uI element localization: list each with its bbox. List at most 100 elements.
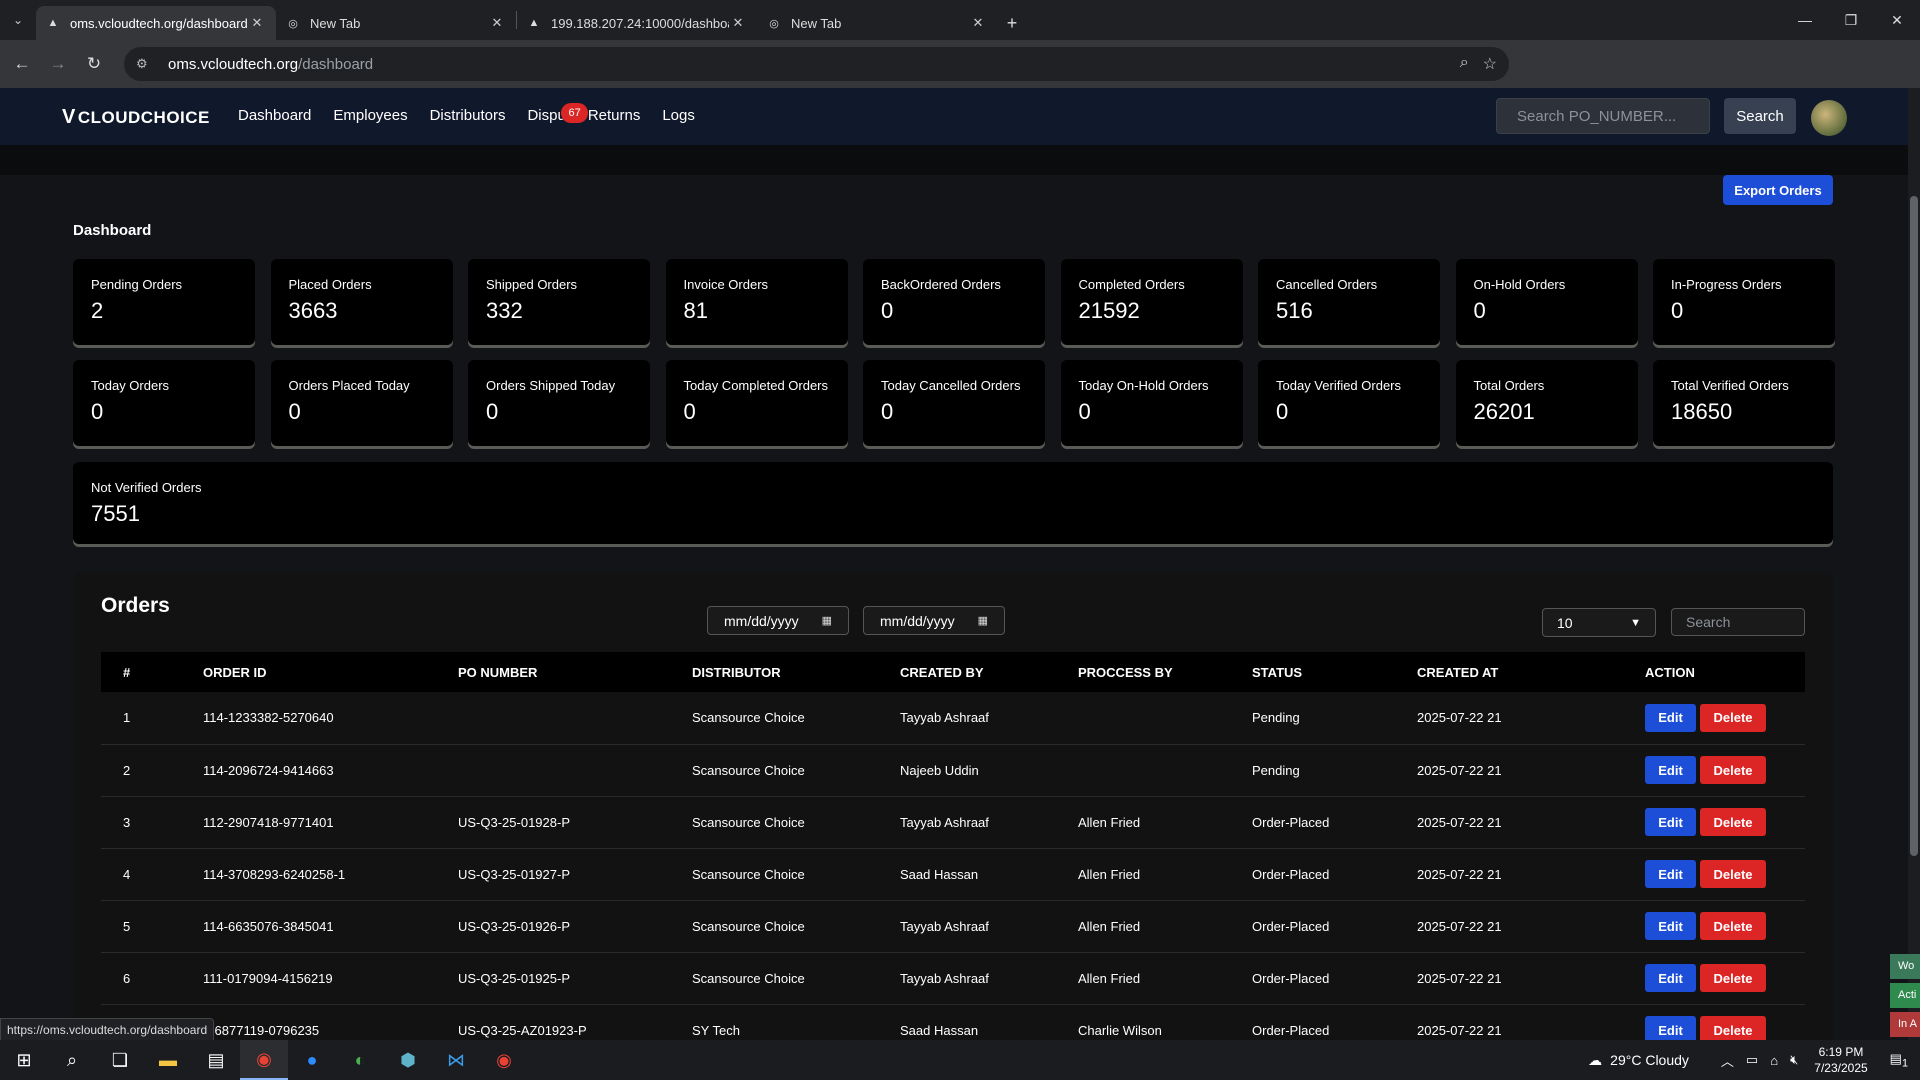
site-settings-icon[interactable]: ⚙ bbox=[136, 56, 156, 72]
col-header-process-by[interactable]: PROCCESS BY bbox=[1078, 652, 1252, 692]
tray-chevron-up-icon[interactable]: ︿ bbox=[1721, 1051, 1734, 1070]
edit-button[interactable]: Edit bbox=[1645, 756, 1696, 784]
chrome-icon[interactable]: ◉ bbox=[240, 1040, 288, 1080]
delete-button[interactable]: Delete bbox=[1700, 912, 1766, 940]
address-bar[interactable]: ⚙ oms.vcloudtech.org/dashboard ⌕ ☆ bbox=[124, 47, 1509, 81]
browser-tab[interactable]: ◎ New Tab ✕ bbox=[276, 6, 516, 40]
new-tab-icon[interactable]: + bbox=[997, 6, 1027, 40]
edit-button[interactable]: Edit bbox=[1645, 703, 1696, 732]
restore-icon[interactable]: ❐ bbox=[1828, 0, 1874, 40]
page-scrollbar[interactable] bbox=[1908, 88, 1920, 1040]
edit-button[interactable]: Edit bbox=[1645, 912, 1696, 940]
store-icon[interactable]: ▤ bbox=[192, 1040, 240, 1080]
bookmark-star-icon[interactable]: ☆ bbox=[1483, 54, 1497, 74]
app-hex-icon[interactable]: ⬢ bbox=[384, 1040, 432, 1080]
reload-icon[interactable]: ↻ bbox=[76, 46, 112, 82]
browser-tab[interactable]: ▲ oms.vcloudtech.org/dashboard ✕ bbox=[36, 6, 276, 40]
col-header-created-at[interactable]: CREATED AT bbox=[1417, 652, 1645, 692]
col-header-created-by[interactable]: CREATED BY bbox=[900, 652, 1078, 692]
calendar-icon[interactable]: ▦ bbox=[978, 614, 988, 627]
col-header-order-id[interactable]: ORDER ID bbox=[203, 652, 458, 692]
nav-returns[interactable]: Returns bbox=[588, 107, 641, 124]
edit-button[interactable]: Edit bbox=[1645, 808, 1696, 836]
cell-status: Order-Placed bbox=[1252, 970, 1330, 986]
stat-card: Today Completed Orders 0 bbox=[665, 360, 848, 446]
brand-logo[interactable]: V CLOUDCHOICE bbox=[62, 106, 210, 129]
start-windows-icon[interactable]: ⊞ bbox=[0, 1040, 48, 1080]
task-view-icon[interactable]: ❏ bbox=[96, 1040, 144, 1080]
search-button[interactable]: Search bbox=[1724, 98, 1796, 134]
close-window-icon[interactable]: ✕ bbox=[1874, 0, 1920, 40]
zoom-icon[interactable]: ⌕ bbox=[1460, 54, 1469, 74]
cell-actions: Edit Delete bbox=[1645, 1004, 1805, 1040]
clock[interactable]: 6:19 PM 7/23/2025 bbox=[1814, 1044, 1867, 1076]
orders-title: Orders bbox=[101, 594, 170, 617]
end-date-input[interactable]: mm/dd/yyyy ▦ bbox=[863, 606, 1005, 635]
browser-tab[interactable]: ▲ 199.188.207.24:10000/dashboard ✕ bbox=[517, 6, 757, 40]
back-arrow-icon[interactable]: ← bbox=[4, 46, 40, 82]
edit-button[interactable]: Edit bbox=[1645, 964, 1696, 992]
calendar-icon[interactable]: ▦ bbox=[822, 614, 832, 627]
col-header-index[interactable]: # bbox=[101, 652, 203, 692]
stat-card-value: 0 bbox=[486, 399, 499, 424]
cell-row-index: 1 bbox=[123, 710, 131, 726]
side-toast[interactable]: Wo bbox=[1890, 954, 1920, 979]
weather-widget[interactable]: ☁ 29°C Cloudy bbox=[1588, 1052, 1689, 1069]
nav-disputes[interactable]: Dispu 67 bbox=[527, 103, 588, 124]
user-avatar[interactable] bbox=[1811, 100, 1847, 136]
col-header-distributor[interactable]: DISTRIBUTOR bbox=[692, 652, 900, 692]
top-navbar: V CLOUDCHOICE Dashboard Employees Distri… bbox=[0, 88, 1908, 145]
scrollbar-thumb[interactable] bbox=[1910, 196, 1918, 856]
table-search-input[interactable] bbox=[1671, 608, 1805, 636]
stat-card-not-verified: Not Verified Orders 7551 bbox=[73, 462, 1833, 544]
delete-button[interactable]: Delete bbox=[1700, 808, 1766, 836]
vscode-icon[interactable]: ⋈ bbox=[432, 1040, 480, 1080]
nav-distributors[interactable]: Distributors bbox=[430, 107, 506, 124]
tab-search-icon[interactable]: ⌄ bbox=[0, 0, 36, 40]
notifications-icon[interactable]: ▤1 bbox=[1890, 1051, 1908, 1070]
nav-dashboard[interactable]: Dashboard bbox=[238, 107, 311, 124]
volume-muted-icon[interactable]: 🔇︎ bbox=[1790, 1052, 1798, 1068]
page-size-select[interactable]: 10 ▼ bbox=[1542, 608, 1656, 637]
stat-card-value: 332 bbox=[486, 298, 523, 323]
file-explorer-icon[interactable]: ▬ bbox=[144, 1040, 192, 1080]
chevron-down-icon: ▼ bbox=[1630, 616, 1641, 629]
edit-button[interactable]: Edit bbox=[1645, 1016, 1696, 1040]
close-tab-icon[interactable]: ✕ bbox=[969, 15, 987, 31]
network-icon[interactable]: ⌂ bbox=[1770, 1053, 1778, 1068]
side-toast[interactable]: In A bbox=[1890, 1012, 1920, 1037]
date-placeholder: mm/dd/yyyy bbox=[724, 612, 799, 629]
search-icon[interactable]: ⌕ bbox=[48, 1040, 96, 1080]
zoom-app-icon[interactable]: ● bbox=[288, 1040, 336, 1080]
table-row: 5 114-6635076-3845041 US-Q3-25-01926-P Scan… bbox=[101, 900, 1805, 952]
minimize-icon[interactable]: — bbox=[1782, 0, 1828, 40]
delete-button[interactable]: Delete bbox=[1700, 756, 1766, 784]
orders-panel: Orders mm/dd/yyyy ▦ mm/dd/yyyy ▦ 10 ▼ # … bbox=[73, 572, 1833, 1040]
delete-button[interactable]: Delete bbox=[1700, 964, 1766, 992]
site-favicon-icon: ▲ bbox=[528, 17, 540, 29]
browser-tab[interactable]: ◎ New Tab ✕ bbox=[757, 6, 997, 40]
nav-employees[interactable]: Employees bbox=[333, 107, 407, 124]
side-toast[interactable]: Acti bbox=[1890, 983, 1920, 1008]
forward-arrow-icon[interactable]: → bbox=[40, 46, 76, 82]
cell-po-number bbox=[458, 692, 692, 744]
close-tab-icon[interactable]: ✕ bbox=[729, 15, 747, 31]
delete-button[interactable]: Delete bbox=[1700, 703, 1766, 732]
nav-logs[interactable]: Logs bbox=[662, 107, 695, 124]
close-tab-icon[interactable]: ✕ bbox=[488, 15, 506, 31]
po-number-search-input[interactable] bbox=[1496, 98, 1710, 134]
battery-icon[interactable]: ▭ bbox=[1746, 1052, 1758, 1068]
app-leaf-icon[interactable]: ◐ bbox=[336, 1040, 384, 1080]
start-date-input[interactable]: mm/dd/yyyy ▦ bbox=[707, 606, 849, 635]
delete-button[interactable]: Delete bbox=[1700, 860, 1766, 888]
export-orders-button[interactable]: Export Orders bbox=[1723, 175, 1833, 205]
stat-card-value: 516 bbox=[1276, 298, 1313, 323]
edit-button[interactable]: Edit bbox=[1645, 860, 1696, 888]
close-tab-icon[interactable]: ✕ bbox=[248, 15, 266, 31]
col-header-po-number[interactable]: PO NUMBER bbox=[458, 652, 692, 692]
col-header-status[interactable]: STATUS bbox=[1252, 652, 1417, 692]
chrome-profile-icon[interactable]: ◉ bbox=[480, 1040, 528, 1080]
tab-title: New Tab bbox=[310, 15, 361, 31]
delete-button[interactable]: Delete bbox=[1700, 1016, 1766, 1040]
site-favicon-icon: ▲ bbox=[47, 17, 59, 29]
